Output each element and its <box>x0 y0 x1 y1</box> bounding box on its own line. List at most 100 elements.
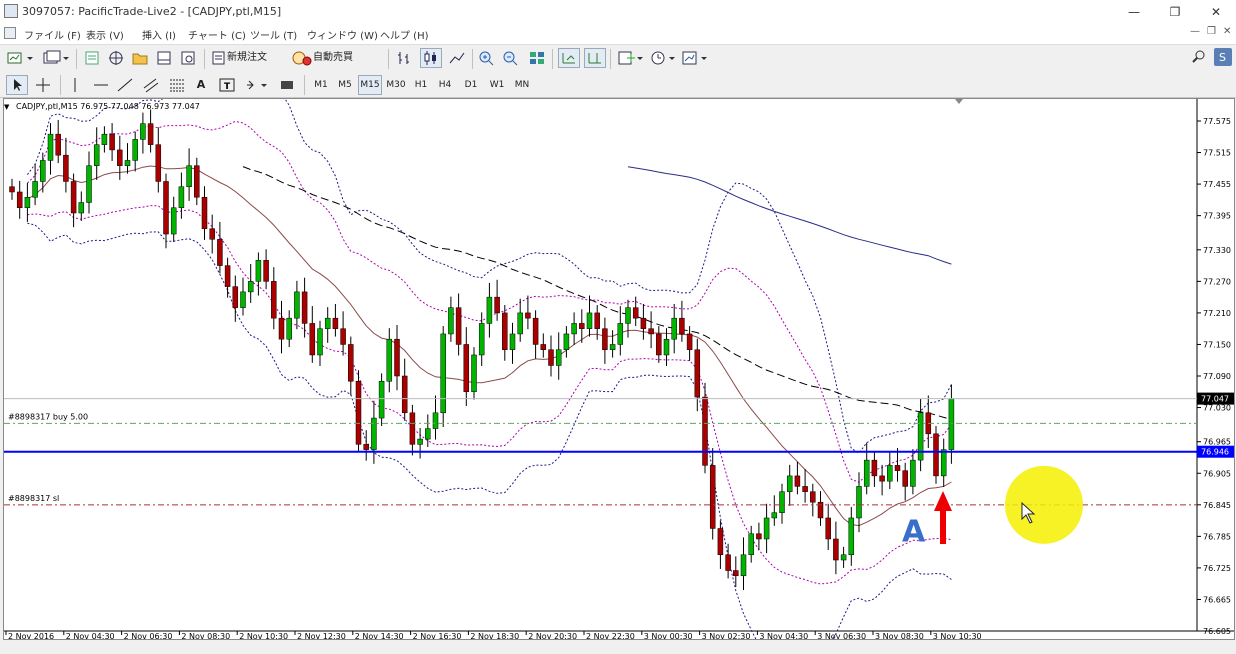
menu-help[interactable]: ヘルプ (H) <box>380 27 429 42</box>
profiles-icon[interactable] <box>40 48 72 68</box>
maximize-button[interactable]: ❐ <box>1155 2 1195 22</box>
auto-trade-label: 自動売買 <box>313 52 353 63</box>
candle <box>525 312 531 319</box>
text-tool-icon[interactable]: A <box>190 75 212 95</box>
y-tick-label: 77.270 <box>1203 277 1231 286</box>
x-tick-label: 2 Nov 08:30 <box>181 632 230 639</box>
candle <box>217 239 223 266</box>
candle <box>170 207 177 235</box>
x-tick-label: 2 Nov 12:30 <box>297 632 346 639</box>
menu-chart[interactable]: チャート (C) <box>188 27 246 42</box>
candle <box>833 538 839 561</box>
cursor-icon[interactable] <box>6 75 28 95</box>
candle <box>733 570 739 577</box>
menu-insert[interactable]: 挿入 (I) <box>142 27 176 42</box>
search-icon[interactable] <box>1190 48 1208 66</box>
candle <box>201 196 208 230</box>
crosshair-icon[interactable] <box>32 75 54 95</box>
y-tick-label: 77.515 <box>1203 149 1231 158</box>
timeframe-m30[interactable]: M30 <box>384 75 408 95</box>
drawing-toolbar: A T M1 M5 M15 M30 H1 H4 D1 W1 MN <box>0 73 1236 98</box>
timeframe-m15[interactable]: M15 <box>358 75 382 95</box>
minimize-button[interactable]: — <box>1114 2 1154 22</box>
candle <box>232 286 239 308</box>
close-button[interactable]: ✕ <box>1196 2 1236 22</box>
timeframe-mn[interactable]: MN <box>510 75 534 95</box>
bar-chart-icon[interactable] <box>394 48 416 68</box>
x-tick-label: 2 Nov 22:30 <box>586 632 635 639</box>
candle <box>902 470 908 487</box>
menu-tools[interactable]: ツール (T) <box>250 27 297 42</box>
mdi-minimize-button[interactable]: — <box>1190 26 1200 37</box>
moving-average-long <box>627 166 952 265</box>
market-watch-icon[interactable] <box>82 48 102 68</box>
candle <box>340 328 346 345</box>
timeframe-h4[interactable]: H4 <box>434 75 456 95</box>
window-title: 3097057: PacificTrade-Live2 - [CADJPY,pt… <box>22 5 282 18</box>
fibonacci-icon[interactable] <box>166 75 188 95</box>
mdi-chart-icon[interactable] <box>4 27 16 39</box>
candle <box>286 317 292 340</box>
candle <box>771 512 778 519</box>
y-tick-label: 76.785 <box>1203 532 1231 541</box>
timeframe-m1[interactable]: M1 <box>310 75 332 95</box>
candle <box>810 491 816 503</box>
auto-scroll-icon[interactable] <box>558 48 580 68</box>
zoom-out-icon[interactable] <box>500 48 522 68</box>
mdi-restore-button[interactable]: ❐ <box>1207 26 1216 37</box>
menu-view[interactable]: 表示 (V) <box>86 27 124 42</box>
periods-icon[interactable] <box>648 48 678 68</box>
templates-icon[interactable] <box>680 48 710 68</box>
candle <box>224 265 231 287</box>
horizontal-line-icon[interactable] <box>90 75 112 95</box>
text-label-icon[interactable]: T <box>216 75 238 95</box>
candlestick-chart-icon[interactable] <box>420 48 442 68</box>
new-chart-icon[interactable] <box>4 48 36 68</box>
menu-window[interactable]: ウィンドウ (W) <box>307 27 378 42</box>
candle <box>178 186 185 209</box>
chart-window[interactable]: #8898317 buy 5.00 #8898317 sl ▼ CADJPY,ptl,… <box>3 98 1235 640</box>
tester-icon[interactable] <box>178 48 198 68</box>
zoom-in-icon[interactable] <box>476 48 498 68</box>
auto-trade-button[interactable]: 自動売買 <box>290 48 382 68</box>
rectangle-icon[interactable] <box>276 75 298 95</box>
trendline-icon[interactable] <box>114 75 136 95</box>
candle <box>879 475 885 482</box>
x-tick-label: 2 Nov 18:30 <box>470 632 519 639</box>
menu-file[interactable]: ファイル (F) <box>24 27 81 42</box>
timeframe-h1[interactable]: H1 <box>410 75 432 95</box>
indicators-icon[interactable] <box>616 48 646 68</box>
timeframe-d1[interactable]: D1 <box>460 75 482 95</box>
timeframe-m5[interactable]: M5 <box>334 75 356 95</box>
navigator-icon[interactable] <box>106 48 126 68</box>
candle <box>109 133 115 151</box>
candle <box>563 333 570 350</box>
price-chart[interactable]: #8898317 buy 5.00 #8898317 sl ▼ CADJPY,ptl,… <box>4 99 1234 639</box>
candle <box>324 317 331 329</box>
hline-price-badge-text: 76.946 <box>1201 448 1229 457</box>
folder-icon[interactable] <box>130 48 150 68</box>
y-tick-label: 76.845 <box>1203 501 1231 510</box>
timeframe-w1[interactable]: W1 <box>486 75 508 95</box>
vertical-line-icon[interactable] <box>64 75 86 95</box>
chart-shift-icon[interactable] <box>584 48 606 68</box>
y-tick-label: 77.030 <box>1203 404 1231 413</box>
candle <box>517 312 523 335</box>
community-icon[interactable]: S <box>1214 48 1232 66</box>
candle <box>794 475 801 487</box>
line-chart-icon[interactable] <box>446 48 468 68</box>
candle <box>602 328 608 350</box>
arrows-icon[interactable] <box>242 75 272 95</box>
tile-windows-icon[interactable] <box>526 48 548 68</box>
y-tick-label: 77.090 <box>1203 372 1231 381</box>
bollinger-upper-outer <box>26 99 952 454</box>
candle <box>617 323 624 345</box>
x-tick-label: 2 Nov 2016 <box>8 632 54 639</box>
new-order-button[interactable]: 新規注文 <box>210 48 284 68</box>
mdi-close-button[interactable]: ✕ <box>1223 26 1231 37</box>
channel-icon[interactable] <box>140 75 162 95</box>
candle <box>401 375 408 414</box>
x-tick-label: 2 Nov 06:30 <box>124 632 173 639</box>
candle <box>471 354 477 393</box>
terminal-icon[interactable] <box>154 48 174 68</box>
